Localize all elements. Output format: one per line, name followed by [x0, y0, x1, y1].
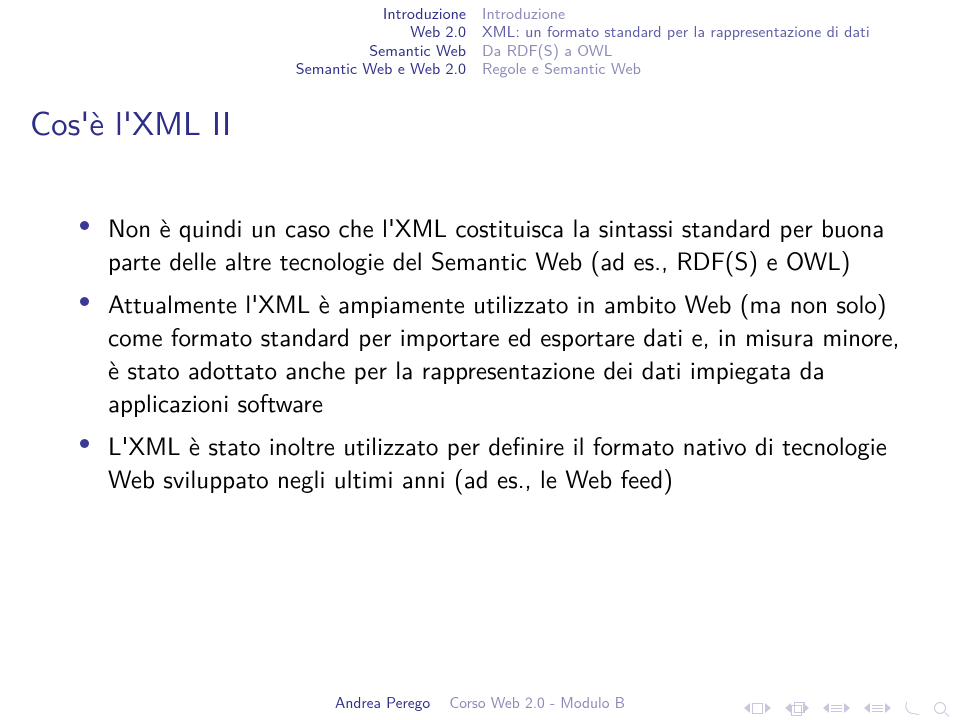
frame-title: Cos'è l'XML II [30, 98, 231, 146]
back-icon [904, 701, 921, 714]
section-nav: Introduzione Web 2.0 Semantic Web Semant… [0, 0, 480, 86]
nav-search[interactable] [934, 702, 946, 714]
subsection-icon [831, 705, 842, 712]
frame-icon [791, 702, 803, 714]
beamer-nav-symbols [744, 702, 946, 714]
nav-frame[interactable] [785, 702, 809, 714]
slide-body: Non è quindi un caso che l'XML costituis… [78, 210, 900, 504]
prev-subsection-icon [823, 703, 829, 713]
bullet-item: Attualmente l'XML è ampiamente utilizzat… [78, 286, 900, 418]
nav-slide[interactable] [744, 703, 771, 714]
nav-section[interactable] [864, 703, 891, 713]
footer-title: Corso Web 2.0 - Modulo B [449, 690, 625, 713]
footer-author: Andrea Perego [335, 690, 444, 713]
slide-header: Introduzione Web 2.0 Semantic Web Semant… [0, 0, 960, 86]
section-icon [872, 705, 883, 712]
bullet-item: L'XML è stato inoltre utilizzato per def… [78, 428, 900, 494]
slide-icon [752, 703, 763, 714]
next-section-icon [885, 703, 891, 713]
next-slide-icon [765, 703, 771, 713]
prev-section-icon [864, 703, 870, 713]
subsection-link-regole[interactable]: Regole e Semantic Web [482, 59, 960, 77]
next-subsection-icon [844, 703, 850, 713]
section-link-introduzione[interactable]: Introduzione [0, 4, 466, 22]
bullet-item: Non è quindi un caso che l'XML costituis… [78, 210, 900, 276]
prev-slide-icon [744, 703, 750, 713]
section-link-semanticweb-web20[interactable]: Semantic Web e Web 2.0 [0, 59, 466, 77]
nav-back-forward[interactable] [905, 703, 920, 714]
subsection-nav: Introduzione XML: un formato standard pe… [480, 0, 960, 86]
nav-subsection[interactable] [823, 703, 850, 713]
search-icon [934, 702, 946, 714]
